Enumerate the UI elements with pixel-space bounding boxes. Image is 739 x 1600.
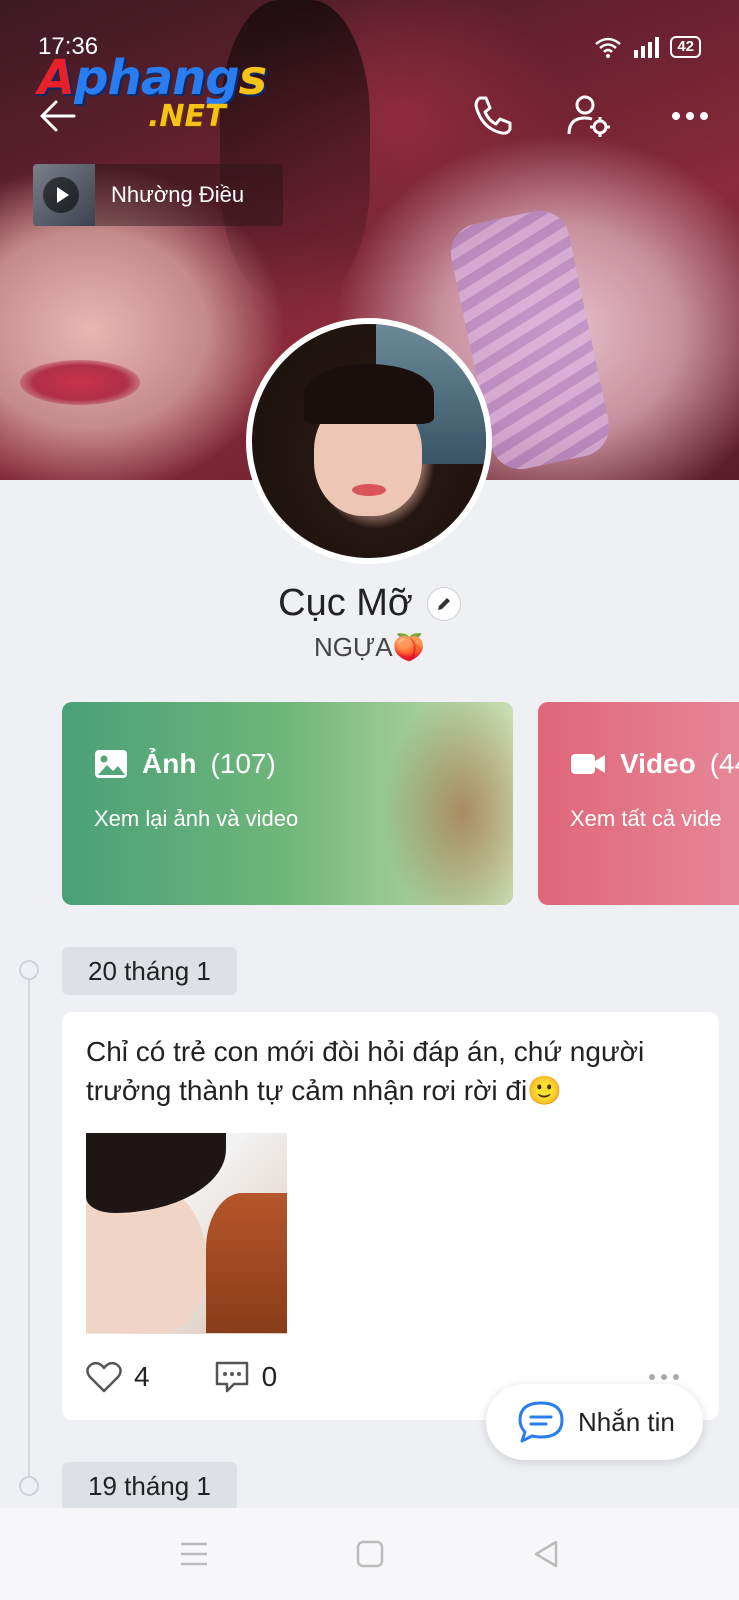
post-text: Chỉ có trẻ con mới đòi hỏi đáp án, chứ n…	[86, 1036, 645, 1106]
photos-card[interactable]: Ảnh (107) Xem lại ảnh và video	[62, 702, 513, 905]
comment-icon	[215, 1361, 248, 1393]
timeline-post[interactable]: Chỉ có trẻ con mới đòi hỏi đáp án, chứ n…	[62, 1012, 719, 1420]
battery-icon: 42	[670, 36, 701, 58]
avatar-mouth	[352, 484, 386, 496]
image-icon	[95, 750, 127, 778]
back-triangle-icon[interactable]	[528, 1536, 564, 1572]
user-settings-icon[interactable]	[565, 92, 613, 140]
videos-card[interactable]: Video (44 Xem tất cả vide	[538, 702, 739, 905]
home-icon[interactable]	[352, 1536, 388, 1572]
video-camera-icon	[571, 754, 605, 774]
cover-lips	[20, 360, 140, 405]
like-button[interactable]: 4	[86, 1361, 150, 1393]
back-arrow-icon[interactable]	[34, 92, 82, 140]
timeline-line	[28, 970, 30, 1490]
avatar[interactable]	[246, 318, 492, 564]
photos-card-count: (107)	[210, 748, 276, 779]
post-more-button[interactable]	[649, 1374, 679, 1380]
post-photo[interactable]	[86, 1133, 287, 1334]
profile-music[interactable]: Nhường Điều	[33, 164, 283, 226]
chat-icon	[518, 1401, 564, 1443]
heart-icon	[86, 1361, 122, 1393]
photos-card-subtitle: Xem lại ảnh và video	[94, 806, 299, 831]
timeline-dot	[19, 960, 39, 980]
avatar-bangs	[304, 364, 434, 424]
message-button[interactable]: Nhắn tin	[486, 1384, 703, 1460]
edit-name-button[interactable]	[426, 586, 461, 621]
logo-phang: phang	[74, 50, 239, 106]
pencil-icon	[437, 597, 450, 610]
photos-card-title: Ảnh	[142, 748, 197, 779]
profile-bio: NGỰA🍑	[314, 632, 425, 662]
profile-name: Cục Mỡ	[278, 582, 413, 624]
phone-icon[interactable]	[468, 92, 516, 140]
like-count: 4	[134, 1361, 150, 1392]
logo-net: .NET	[148, 99, 226, 134]
videos-card-subtitle: Xem tất cả vide	[570, 806, 722, 831]
videos-card-title: Video	[620, 748, 696, 779]
timeline-dot	[19, 1476, 39, 1496]
more-icon[interactable]	[666, 92, 714, 140]
comment-count: 0	[261, 1361, 278, 1392]
videos-card-count: (44	[709, 748, 739, 779]
post-photo-hair	[86, 1133, 226, 1213]
signal-icon	[634, 37, 660, 58]
comment-button[interactable]: 0	[214, 1360, 278, 1394]
logo-s: s	[238, 50, 268, 106]
play-icon[interactable]	[43, 177, 79, 213]
timeline-date: 19 tháng 1	[62, 1462, 237, 1510]
wifi-icon	[595, 37, 622, 58]
music-title: Nhường Điều	[111, 182, 245, 207]
photos-card-preview	[313, 702, 513, 905]
message-button-label: Nhắn tin	[578, 1406, 675, 1437]
post-photo-hair-dyed	[206, 1193, 287, 1333]
music-thumbnail	[33, 164, 95, 226]
timeline-date: 20 tháng 1	[62, 947, 237, 995]
profile-name-row: Cục Mỡ	[0, 582, 739, 625]
menu-icon[interactable]	[176, 1536, 212, 1572]
system-navigation-bar	[0, 1508, 739, 1600]
post-actions: 4 0	[86, 1360, 341, 1394]
